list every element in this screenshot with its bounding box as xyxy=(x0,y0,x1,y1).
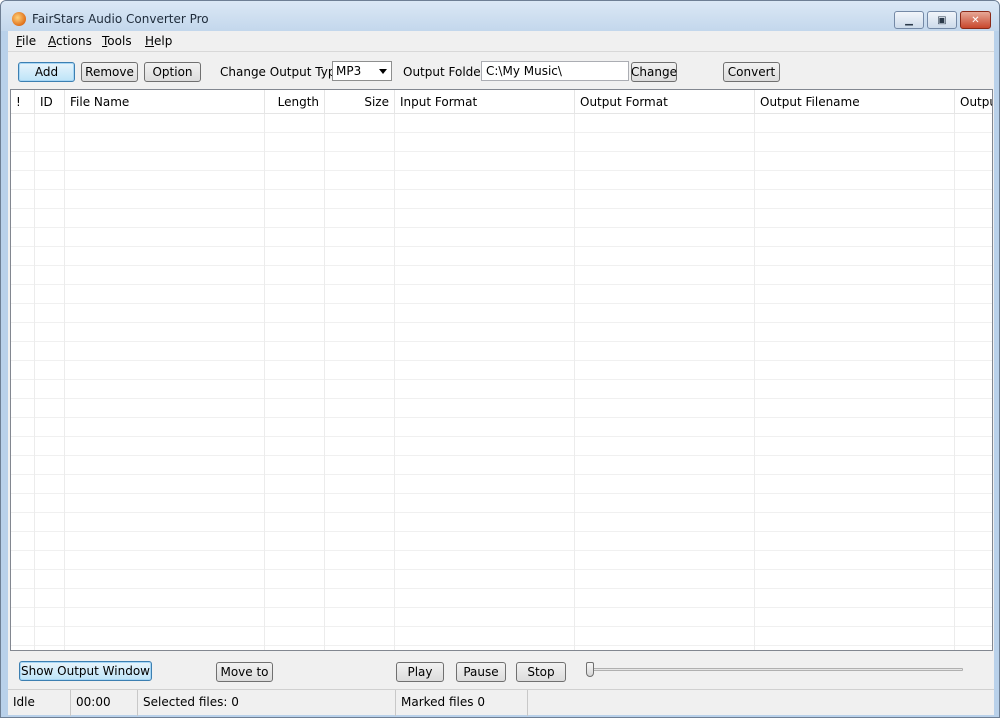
status-bar: Idle 00:00 Selected files: 0 Marked file… xyxy=(8,689,994,716)
playback-slider-thumb[interactable] xyxy=(586,662,594,677)
status-marked-files: Marked files 0 xyxy=(396,690,528,716)
output-folder-input[interactable]: C:\My Music\ xyxy=(481,61,629,81)
play-button[interactable]: Play xyxy=(396,662,444,682)
minimize-button[interactable]: ▁ xyxy=(894,11,924,29)
chevron-down-icon xyxy=(379,69,387,74)
file-list[interactable]: ! ID File Name Length Size Input Format … xyxy=(10,89,993,651)
app-logo-icon xyxy=(12,12,26,26)
column-header-input-format[interactable]: Input Format xyxy=(395,90,575,114)
stop-button[interactable]: Stop xyxy=(516,662,566,682)
column-divider xyxy=(34,114,35,650)
column-divider xyxy=(324,114,325,650)
close-button[interactable]: ✕ xyxy=(960,11,991,29)
column-divider xyxy=(394,114,395,650)
column-header-output-filename[interactable]: Output Filename xyxy=(755,90,955,114)
option-button[interactable]: Option xyxy=(144,62,201,82)
column-header-output-format[interactable]: Output Format xyxy=(575,90,755,114)
output-type-label: Change Output Type: xyxy=(220,65,347,79)
playback-slider-track[interactable] xyxy=(589,668,963,671)
column-header-output-folder[interactable]: Outpu xyxy=(955,90,992,114)
output-type-select[interactable]: MP3 xyxy=(332,61,392,81)
column-header-size[interactable]: Size xyxy=(325,90,395,114)
convert-button[interactable]: Convert xyxy=(723,62,780,82)
column-header-id[interactable]: ID xyxy=(35,90,65,114)
menu-bar: File Actions Tools Help xyxy=(8,31,994,51)
close-icon: ✕ xyxy=(971,14,980,26)
menu-file[interactable]: File xyxy=(16,34,36,48)
column-header-length[interactable]: Length xyxy=(265,90,325,114)
change-folder-button[interactable]: Change xyxy=(631,62,677,82)
column-header-flag[interactable]: ! xyxy=(11,90,35,114)
title-bar[interactable]: FairStars Audio Converter Pro ▁ ▣ ✕ xyxy=(1,1,999,31)
status-selected-files: Selected files: 0 xyxy=(138,690,396,716)
column-divider xyxy=(574,114,575,650)
menu-actions[interactable]: Actions xyxy=(48,34,92,48)
move-to-button[interactable]: Move to xyxy=(216,662,273,682)
remove-button[interactable]: Remove xyxy=(81,62,138,82)
file-list-body[interactable] xyxy=(11,114,992,650)
maximize-button[interactable]: ▣ xyxy=(927,11,957,29)
menu-help[interactable]: Help xyxy=(145,34,172,48)
show-output-window-button[interactable]: Show Output Window xyxy=(19,661,152,681)
client-area: File Actions Tools Help Add Remove Optio… xyxy=(8,31,994,716)
status-time: 00:00 xyxy=(71,690,138,716)
window-title: FairStars Audio Converter Pro xyxy=(32,12,209,26)
column-divider xyxy=(754,114,755,650)
output-folder-label: Output Folder: xyxy=(403,65,490,79)
status-state: Idle xyxy=(8,690,71,716)
status-extra xyxy=(528,690,994,716)
minimize-icon: ▁ xyxy=(905,14,913,26)
column-header-file-name[interactable]: File Name xyxy=(65,90,265,114)
app-window: FairStars Audio Converter Pro ▁ ▣ ✕ File… xyxy=(0,0,1000,718)
restore-icon: ▣ xyxy=(937,14,947,26)
menu-tools[interactable]: Tools xyxy=(102,34,132,48)
output-type-value: MP3 xyxy=(336,64,362,78)
column-divider xyxy=(64,114,65,650)
file-list-header: ! ID File Name Length Size Input Format … xyxy=(11,90,992,114)
menu-divider xyxy=(8,51,994,52)
pause-button[interactable]: Pause xyxy=(456,662,506,682)
add-button[interactable]: Add xyxy=(18,62,75,82)
column-divider xyxy=(264,114,265,650)
column-divider xyxy=(954,114,955,650)
